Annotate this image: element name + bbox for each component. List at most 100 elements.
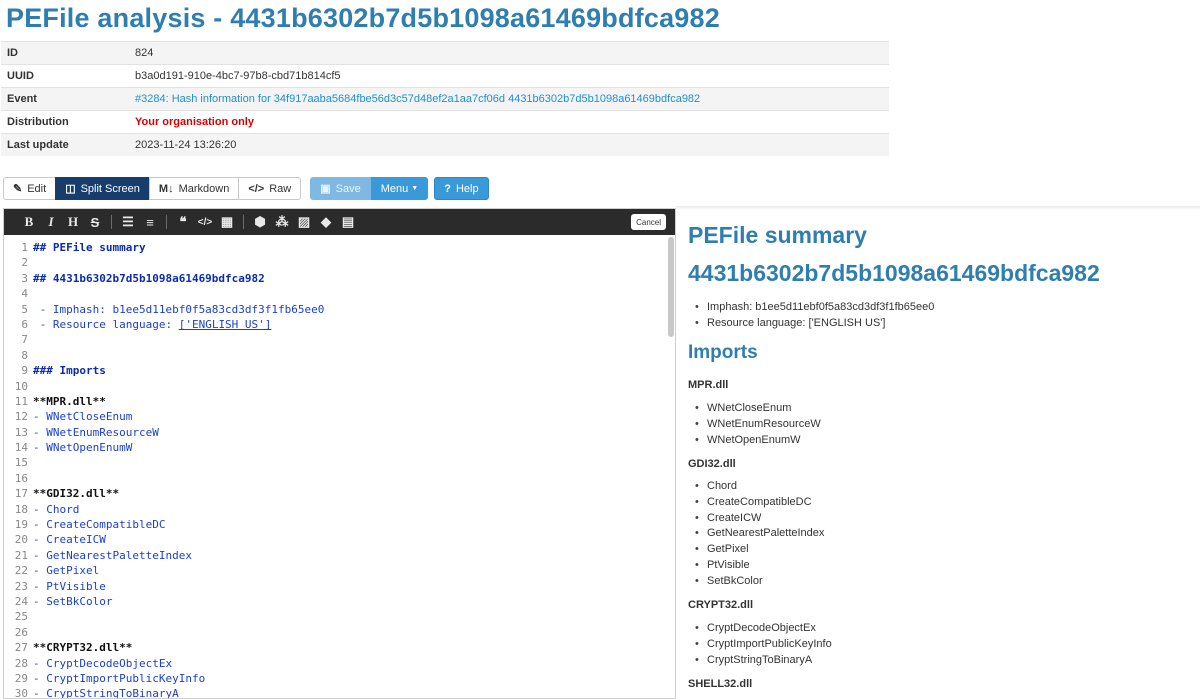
heading-icon[interactable]: H	[62, 214, 84, 230]
line-number: 12	[14, 410, 28, 424]
line-number: 21	[14, 548, 28, 562]
code-line-text: - GetPixel	[33, 564, 100, 578]
code-line[interactable]: 28 - CryptDecodeObjectEx	[4, 656, 675, 671]
edit-icon: ✎	[13, 183, 23, 195]
cubes-icon[interactable]: ⁂	[271, 214, 293, 230]
code-line[interactable]: 15	[4, 455, 675, 470]
code-line-text: - CryptImportPublicKeyInfo	[33, 671, 206, 685]
cancel-button[interactable]: Cancel	[631, 214, 666, 230]
code-line[interactable]: 3 ## 4431b6302b7d5b1098a61469bdfca982	[4, 271, 675, 286]
table-icon[interactable]: ▦	[216, 214, 238, 230]
code-line[interactable]: 25	[4, 609, 675, 624]
line-number: 2	[21, 256, 28, 270]
preview-summary-list: Imphash: b1ee5d11ebf0f5a83cd3df3f1fb65ee…	[695, 300, 934, 332]
code-line[interactable]: 23 - PtVisible	[4, 579, 675, 594]
code-line[interactable]: 20 - CreateICW	[4, 532, 675, 547]
split-screen-button[interactable]: ◫ Split Screen	[55, 177, 150, 200]
uuid-label: UUID	[1, 64, 123, 88]
line-number: 4	[21, 287, 28, 301]
code-line[interactable]: 24 - SetBkColor	[4, 594, 675, 609]
code-line-text: - CreateICW	[33, 533, 106, 547]
line-number: 1	[21, 241, 28, 254]
cube-icon[interactable]: ⬢	[249, 214, 271, 230]
line-number: 24	[14, 594, 28, 608]
code-line[interactable]: 26	[4, 625, 675, 640]
book-icon[interactable]: ▤	[337, 214, 359, 230]
preview-crypt32-list: CryptDecodeObjectEx CryptImportPublicKey…	[695, 621, 832, 668]
id-label: ID	[1, 41, 123, 65]
help-button[interactable]: ? Help	[434, 177, 489, 200]
code-line[interactable]: 8	[4, 348, 675, 363]
markdown-label: Markdown	[178, 182, 230, 195]
code-line[interactable]: 7	[4, 332, 675, 347]
code-line[interactable]: 1 ## PEFile summary	[4, 240, 675, 255]
code-line-text: ### Imports	[33, 364, 106, 378]
preview-dll-shell32: SHELL32.dll	[688, 678, 753, 690]
ordered-list-icon[interactable]: ≡	[139, 215, 161, 230]
toolbar-divider	[111, 215, 112, 229]
table-row: ID 824	[1, 41, 889, 65]
line-number: 9	[21, 364, 28, 378]
distribution-value: Your organisation only	[135, 116, 254, 128]
code-line[interactable]: 21 - GetNearestPaletteIndex	[4, 548, 675, 563]
list-item: Resource language: ['ENGLISH US']	[695, 316, 934, 332]
unordered-list-icon[interactable]: ☰	[117, 214, 139, 230]
line-number: 8	[21, 348, 28, 362]
save-button[interactable]: ▣ Save	[310, 177, 371, 200]
line-number: 15	[14, 456, 28, 470]
code-line[interactable]: 22 - GetPixel	[4, 563, 675, 578]
event-link[interactable]: #3284: Hash information for 34f917aaba56…	[135, 93, 700, 105]
code-line[interactable]: 10	[4, 379, 675, 394]
bold-icon[interactable]: B	[18, 214, 40, 230]
code-area[interactable]: 1 ## PEFile summary 2 3 ## 4431b6302b7d5b109…	[4, 235, 675, 698]
toolbar-divider	[243, 215, 244, 229]
italic-icon[interactable]: I	[40, 214, 62, 230]
code-line[interactable]: 19 - CreateCompatibleDC	[4, 517, 675, 532]
code-line[interactable]: 4	[4, 286, 675, 301]
distribution-label: Distribution	[1, 110, 123, 134]
code-line[interactable]: 17 **GDI32.dll**	[4, 486, 675, 501]
edit-label: Edit	[27, 182, 47, 195]
code-line-text: - SetBkColor	[33, 594, 113, 608]
id-value: 824	[123, 41, 889, 65]
code-line-text: ## 4431b6302b7d5b1098a61469bdfca982	[33, 271, 265, 285]
editor-scrollbar[interactable]	[668, 237, 674, 337]
list-item: GetNearestPaletteIndex	[695, 526, 824, 542]
menu-dropdown-button[interactable]: Menu ▼	[370, 177, 429, 200]
code-line-text: - Chord	[33, 502, 80, 516]
tag-icon[interactable]: ◆	[315, 214, 337, 230]
code-line-text: - WNetOpenEnumW	[33, 441, 133, 455]
toolbar-divider	[166, 215, 167, 229]
code-line[interactable]: 14 - WNetOpenEnumW	[4, 440, 675, 455]
code-line[interactable]: 6 - Resource language: ['ENGLISH US']	[4, 317, 675, 332]
code-line[interactable]: 30 - CryptStringToBinaryA	[4, 686, 675, 698]
code-line[interactable]: 29 - CryptImportPublicKeyInfo	[4, 671, 675, 686]
markdown-editor[interactable]: B I H S ☰ ≡ ❝ </> ▦ ⬢ ⁂ ▨ ◆ ▤ Cancel 1 ##…	[3, 208, 676, 699]
markdown-button[interactable]: M↓ Markdown	[148, 177, 240, 200]
code-line[interactable]: 12 - WNetCloseEnum	[4, 409, 675, 424]
quote-icon[interactable]: ❝	[172, 214, 194, 230]
code-line[interactable]: 18 - Chord	[4, 502, 675, 517]
code-icon[interactable]: </>	[194, 217, 216, 228]
code-line[interactable]: 16	[4, 471, 675, 486]
table-row: Last update 2023-11-24 13:26:20	[1, 133, 889, 156]
table-row: UUID b3a0d191-910e-4bc7-97b8-cbd71b814cf…	[1, 64, 889, 88]
code-line[interactable]: 13 - WNetEnumResourceW	[4, 425, 675, 440]
edit-button[interactable]: ✎ Edit	[3, 177, 57, 200]
image-icon[interactable]: ▨	[293, 214, 315, 230]
save-label: Save	[335, 182, 361, 195]
line-number: 19	[14, 518, 28, 532]
code-line-text: - WNetCloseEnum	[33, 410, 133, 424]
table-row: Event #3284: Hash information for 34f917…	[1, 87, 889, 111]
code-line[interactable]: 5 - Imphash: b1ee5d11ebf0f5a83cd3df3f1fb…	[4, 302, 675, 317]
line-number: 13	[14, 425, 28, 439]
code-line[interactable]: 2	[4, 255, 675, 270]
last-update-value: 2023-11-24 13:26:20	[123, 133, 889, 156]
code-line[interactable]: 11 **MPR.dll**	[4, 394, 675, 409]
preview-dll-crypt32: CRYPT32.dll	[688, 599, 753, 611]
code-line[interactable]: 9 ### Imports	[4, 363, 675, 378]
menu-label: Menu	[380, 182, 409, 195]
strikethrough-icon[interactable]: S	[84, 215, 106, 230]
code-line[interactable]: 27 **CRYPT32.dll**	[4, 640, 675, 655]
raw-button[interactable]: </> Raw	[238, 177, 302, 200]
